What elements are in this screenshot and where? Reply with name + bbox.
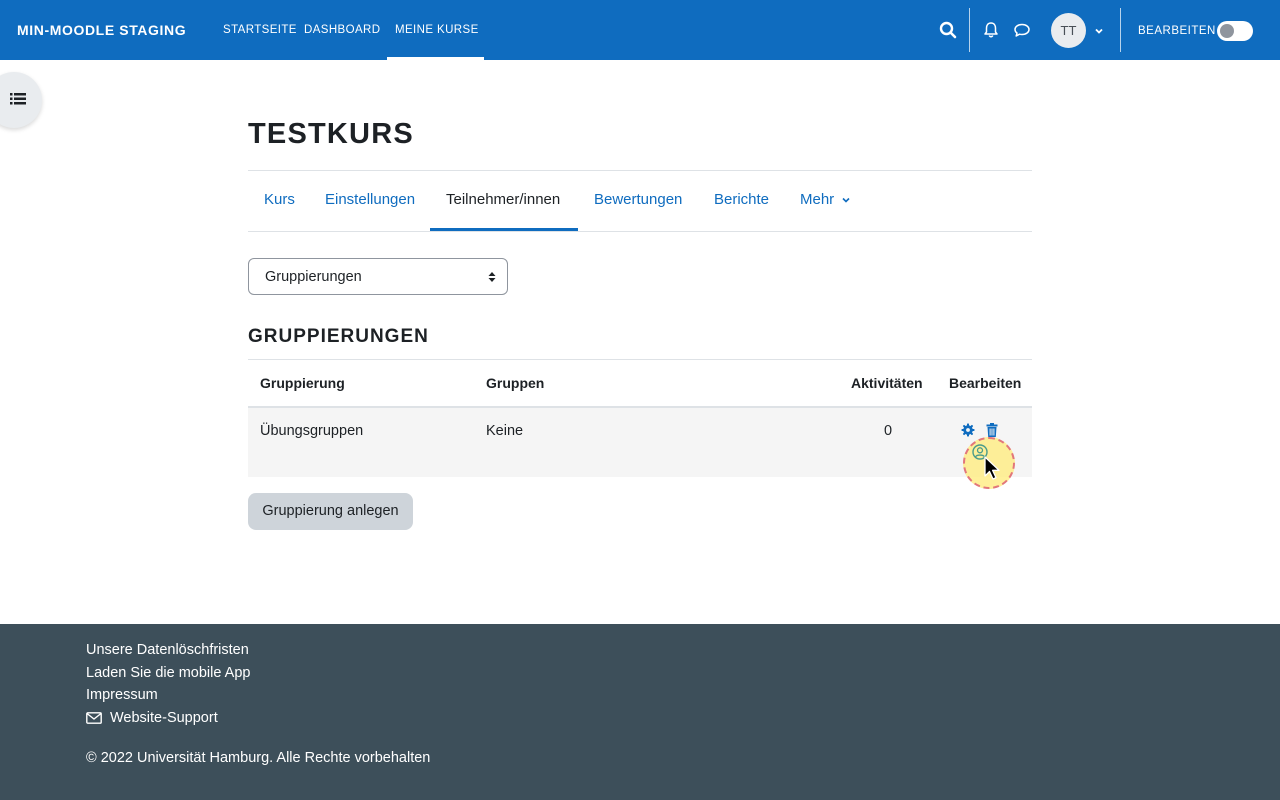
nav-link-startseite[interactable]: STARTSEITE <box>223 24 297 36</box>
nav-link-meine-kurse[interactable]: MEINE KURSE <box>395 24 479 36</box>
chevron-down-icon <box>842 197 850 203</box>
site-brand[interactable]: MIN-MOODLE STAGING <box>17 22 186 38</box>
chevron-down-icon[interactable] <box>1093 25 1105 37</box>
create-grouping-button[interactable]: Gruppierung anlegen <box>248 493 413 530</box>
user-avatar[interactable]: TT <box>1051 13 1086 48</box>
table-row <box>248 408 1032 477</box>
divider <box>248 231 1032 232</box>
divider <box>248 359 1032 360</box>
nav-link-dashboard[interactable]: DASHBOARD <box>304 24 380 36</box>
tab-einstellungen[interactable]: Einstellungen <box>325 191 415 208</box>
bell-icon[interactable] <box>981 20 1001 40</box>
column-header-bearbeiten: Bearbeiten <box>949 375 1022 391</box>
navbar-divider <box>1120 8 1121 52</box>
footer-link-mobile-app[interactable]: Laden Sie die mobile App <box>86 665 250 681</box>
search-icon[interactable] <box>938 20 958 40</box>
navigation-select[interactable]: Gruppierungen <box>248 258 508 295</box>
navbar-divider <box>969 8 970 52</box>
trash-icon[interactable] <box>985 423 999 437</box>
sort-arrows-icon <box>488 272 496 282</box>
tab-bewertungen[interactable]: Bewertungen <box>594 191 682 208</box>
divider <box>248 170 1032 171</box>
column-header-aktivitaeten: Aktivitäten <box>851 375 923 391</box>
footer-link-data-retention[interactable]: Unsere Datenlöschfristen <box>86 642 249 658</box>
cell-gruppierung[interactable]: Übungsgruppen <box>260 423 363 439</box>
tab-kurs[interactable]: Kurs <box>264 191 295 208</box>
copyright-text: © 2022 Universität Hamburg. Alle Rechte … <box>86 750 431 766</box>
course-index-icon <box>10 93 26 105</box>
page-footer: Unsere Datenlöschfristen Laden Sie die m… <box>0 624 1280 800</box>
cell-gruppen: Keine <box>486 423 524 439</box>
navigation-select-value: Gruppierungen <box>265 269 362 285</box>
tab-berichte[interactable]: Berichte <box>714 191 769 208</box>
chat-icon[interactable] <box>1012 20 1032 40</box>
edit-mode-label: BEARBEITEN <box>1138 25 1216 37</box>
footer-link-website-support[interactable]: Website-Support <box>110 710 218 726</box>
page-title: TESTKURS <box>248 118 414 150</box>
tab-mehr[interactable]: Mehr <box>800 191 850 208</box>
course-index-toggle[interactable] <box>0 72 42 128</box>
tab-mehr-label: Mehr <box>800 191 835 208</box>
mail-icon <box>86 712 102 724</box>
footer-link-impressum[interactable]: Impressum <box>86 687 158 703</box>
section-heading: GRUPPIERUNGEN <box>248 326 429 347</box>
tab-teilnehmer[interactable]: Teilnehmer/innen <box>446 191 560 208</box>
column-header-gruppierung: Gruppierung <box>260 375 345 391</box>
mouse-cursor-icon <box>984 456 1000 480</box>
column-header-gruppen: Gruppen <box>486 375 545 391</box>
gear-icon[interactable] <box>961 423 975 437</box>
toggle-knob <box>1220 24 1234 38</box>
edit-mode-toggle[interactable] <box>1217 21 1253 41</box>
nav-active-indicator <box>387 57 484 60</box>
top-navbar: MIN-MOODLE STAGING STARTSEITE DASHBOARD … <box>0 0 1280 60</box>
cell-aktivitaeten: 0 <box>884 423 893 439</box>
